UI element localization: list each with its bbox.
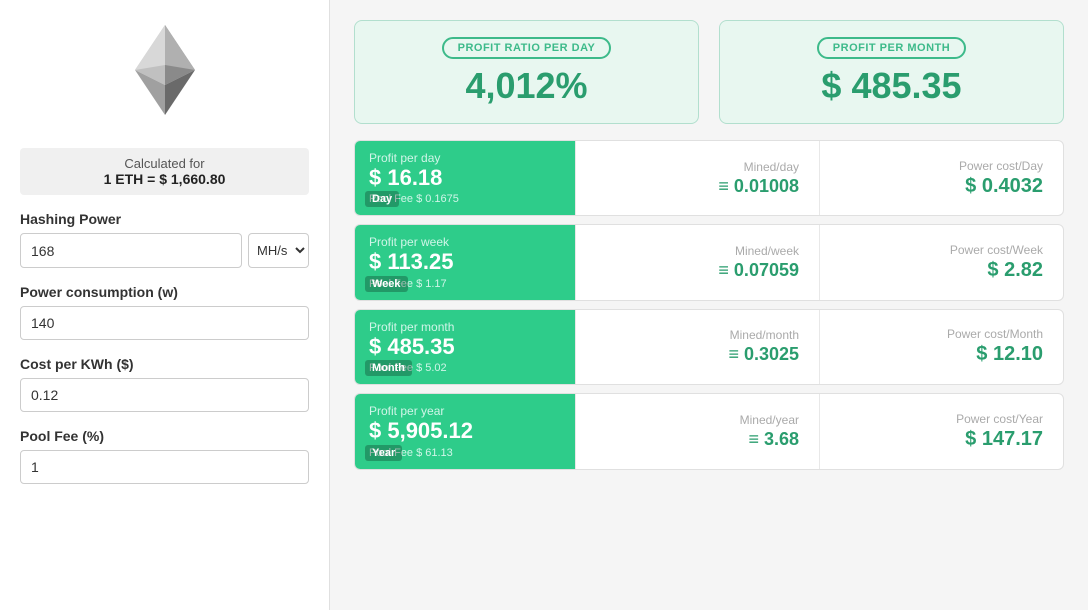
logo-area bbox=[20, 20, 309, 132]
data-row-month: Profit per month $ 485.35 Pool Fee $ 5.0… bbox=[354, 309, 1064, 385]
power-value-month: $ 12.10 bbox=[976, 343, 1043, 366]
power-value-week: $ 2.82 bbox=[987, 259, 1043, 282]
left-panel: Calculated for 1 ETH = $ 1,660.80 Hashin… bbox=[0, 0, 330, 610]
row-tag-year: Year bbox=[365, 445, 402, 461]
eth-logo-icon bbox=[125, 20, 205, 120]
row-left-day: Profit per day $ 16.18 Pool Fee $ 0.1675… bbox=[355, 141, 575, 215]
mined-label-day: Mined/day bbox=[744, 160, 799, 174]
power-cell-year: Power cost/Year $ 147.17 bbox=[819, 394, 1063, 468]
row-left-week: Profit per week $ 113.25 Pool Fee $ 1.17… bbox=[355, 225, 575, 299]
mined-label-month: Mined/month bbox=[730, 328, 799, 342]
row-cells-day: Mined/day ≡ 0.01008 Power cost/Day $ 0.4… bbox=[575, 141, 1063, 215]
monthly-card: PROFIT PER MONTH $ 485.35 bbox=[719, 20, 1064, 124]
hashing-power-label: Hashing Power bbox=[20, 211, 309, 227]
calculated-label: Calculated for bbox=[124, 156, 204, 171]
pool-fee-label: Pool Fee (%) bbox=[20, 428, 309, 444]
power-consumption-group: Power consumption (w) bbox=[20, 284, 309, 340]
power-label-year: Power cost/Year bbox=[956, 412, 1043, 426]
hashing-power-group: Hashing Power MH/s GH/s TH/s bbox=[20, 211, 309, 268]
power-label-day: Power cost/Day bbox=[959, 159, 1043, 173]
hashing-unit-select[interactable]: MH/s GH/s TH/s bbox=[248, 233, 309, 268]
cost-kwh-group: Cost per KWh ($) bbox=[20, 356, 309, 412]
row-left-month: Profit per month $ 485.35 Pool Fee $ 5.0… bbox=[355, 310, 575, 384]
data-row-day: Profit per day $ 16.18 Pool Fee $ 0.1675… bbox=[354, 140, 1064, 216]
mined-value-year: ≡ 3.68 bbox=[748, 429, 799, 450]
power-label-month: Power cost/Month bbox=[947, 327, 1043, 341]
power-cell-month: Power cost/Month $ 12.10 bbox=[819, 310, 1063, 384]
power-value-day: $ 0.4032 bbox=[965, 175, 1043, 198]
hashing-power-input-row: MH/s GH/s TH/s bbox=[20, 233, 309, 268]
power-label-week: Power cost/Week bbox=[950, 243, 1043, 257]
cost-kwh-input[interactable] bbox=[20, 378, 309, 412]
pool-fee-group: Pool Fee (%) bbox=[20, 428, 309, 484]
profit-value-month: $ 485.35 bbox=[369, 334, 561, 360]
data-row-year: Profit per year $ 5,905.12 Pool Fee $ 61… bbox=[354, 393, 1064, 469]
profit-value-year: $ 5,905.12 bbox=[369, 418, 561, 444]
power-value-year: $ 147.17 bbox=[965, 428, 1043, 451]
data-row-week: Profit per week $ 113.25 Pool Fee $ 1.17… bbox=[354, 224, 1064, 300]
row-left-year: Profit per year $ 5,905.12 Pool Fee $ 61… bbox=[355, 394, 575, 468]
mined-value-day: ≡ 0.01008 bbox=[718, 176, 799, 197]
mined-value-month: ≡ 0.3025 bbox=[728, 344, 799, 365]
mined-cell-month: Mined/month ≡ 0.3025 bbox=[575, 310, 819, 384]
power-cell-day: Power cost/Day $ 0.4032 bbox=[819, 141, 1063, 215]
mined-cell-day: Mined/day ≡ 0.01008 bbox=[575, 141, 819, 215]
profit-value-day: $ 16.18 bbox=[369, 165, 561, 191]
summary-cards: PROFIT RATIO PER DAY 4,012% PROFIT PER M… bbox=[354, 20, 1064, 124]
mined-label-year: Mined/year bbox=[740, 413, 799, 427]
power-consumption-label: Power consumption (w) bbox=[20, 284, 309, 300]
profit-label-day: Profit per day bbox=[369, 151, 561, 165]
row-cells-week: Mined/week ≡ 0.07059 Power cost/Week $ 2… bbox=[575, 225, 1063, 299]
profit-label-year: Profit per year bbox=[369, 404, 561, 418]
cost-kwh-label: Cost per KWh ($) bbox=[20, 356, 309, 372]
mined-label-week: Mined/week bbox=[735, 244, 799, 258]
eth-price: 1 ETH = $ 1,660.80 bbox=[32, 171, 297, 187]
mined-cell-year: Mined/year ≡ 3.68 bbox=[575, 394, 819, 468]
row-cells-month: Mined/month ≡ 0.3025 Power cost/Month $ … bbox=[575, 310, 1063, 384]
power-consumption-input[interactable] bbox=[20, 306, 309, 340]
row-tag-month: Month bbox=[365, 360, 412, 376]
row-tag-day: Day bbox=[365, 191, 399, 207]
profit-value-week: $ 113.25 bbox=[369, 249, 561, 275]
ratio-card: PROFIT RATIO PER DAY 4,012% bbox=[354, 20, 699, 124]
mined-cell-week: Mined/week ≡ 0.07059 bbox=[575, 225, 819, 299]
monthly-card-label: PROFIT PER MONTH bbox=[817, 37, 966, 59]
profit-label-month: Profit per month bbox=[369, 320, 561, 334]
mined-value-week: ≡ 0.07059 bbox=[718, 260, 799, 281]
data-rows: Profit per day $ 16.18 Pool Fee $ 0.1675… bbox=[354, 140, 1064, 470]
ratio-card-value: 4,012% bbox=[465, 65, 587, 107]
ratio-card-label: PROFIT RATIO PER DAY bbox=[442, 37, 612, 59]
calculated-for-box: Calculated for 1 ETH = $ 1,660.80 bbox=[20, 148, 309, 195]
right-panel: PROFIT RATIO PER DAY 4,012% PROFIT PER M… bbox=[330, 0, 1088, 610]
power-cell-week: Power cost/Week $ 2.82 bbox=[819, 225, 1063, 299]
profit-label-week: Profit per week bbox=[369, 235, 561, 249]
hashing-power-input[interactable] bbox=[20, 233, 242, 268]
row-tag-week: Week bbox=[365, 276, 408, 292]
monthly-card-value: $ 485.35 bbox=[821, 65, 961, 107]
pool-fee-input[interactable] bbox=[20, 450, 309, 484]
row-cells-year: Mined/year ≡ 3.68 Power cost/Year $ 147.… bbox=[575, 394, 1063, 468]
